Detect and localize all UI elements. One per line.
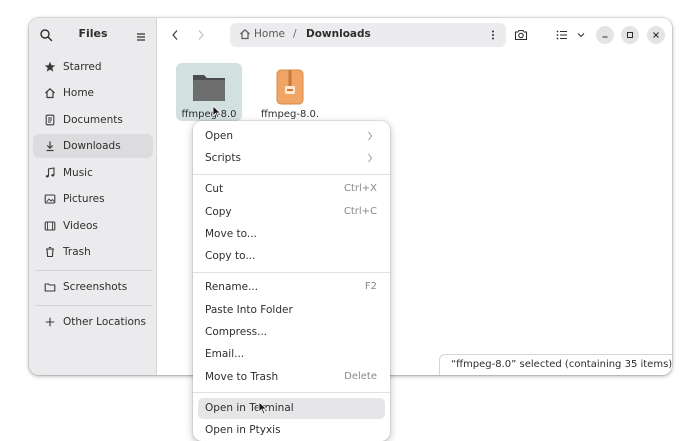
maximize-button[interactable] xyxy=(621,26,639,44)
list-view-icon[interactable] xyxy=(554,27,570,43)
download-icon xyxy=(43,139,57,153)
archive-icon xyxy=(270,67,310,107)
header-bar: Home / Downloads xyxy=(157,18,672,52)
sidebar-item-label: Videos xyxy=(63,220,98,232)
breadcrumb-current[interactable]: Downloads xyxy=(306,28,371,40)
menu-item-open-in-terminal[interactable]: Open in Terminal xyxy=(198,398,385,419)
menu-item-rename[interactable]: Rename... F2 xyxy=(198,277,385,298)
menu-item-shortcut: F2 xyxy=(364,281,377,292)
sidebar-item-pictures[interactable]: Pictures xyxy=(33,187,153,211)
menu-item-shortcut: Ctrl+X xyxy=(343,183,377,194)
minimize-button[interactable] xyxy=(596,26,614,44)
home-icon xyxy=(43,86,57,100)
menu-item-label: Copy to... xyxy=(205,250,256,262)
menu-item-label: Open in Terminal xyxy=(205,402,294,414)
home-icon[interactable] xyxy=(239,28,251,40)
mouse-pointer-icon xyxy=(212,104,222,119)
menu-item-label: Open xyxy=(205,130,234,142)
menu-item-compress[interactable]: Compress... xyxy=(198,322,385,343)
menu-item-copy-to[interactable]: Copy to... xyxy=(198,246,385,267)
chevron-right-icon xyxy=(367,153,373,163)
sidebar-item-label: Starred xyxy=(63,61,102,73)
forward-button[interactable] xyxy=(193,26,209,44)
file-item-folder[interactable]: ffmpeg-8.0 xyxy=(176,63,242,121)
menu-item-move-to[interactable]: Move to... xyxy=(198,224,385,245)
menu-item-copy[interactable]: Copy Ctrl+C xyxy=(198,202,385,223)
sidebar-item-music[interactable]: Music xyxy=(33,161,153,185)
menu-item-label: Compress... xyxy=(205,326,268,338)
folder-icon xyxy=(43,280,57,294)
file-name: ffmpeg-8.0. xyxy=(260,109,320,120)
folder-icon xyxy=(189,67,229,107)
menu-item-open[interactable]: Open xyxy=(198,126,385,147)
sidebar-item-label: Screenshots xyxy=(63,281,128,293)
sidebar-item-screenshots[interactable]: Screenshots xyxy=(33,275,153,299)
breadcrumb-separator: / xyxy=(293,28,297,40)
sidebar-item-trash[interactable]: Trash xyxy=(33,240,153,264)
menu-item-email[interactable]: Email... xyxy=(198,344,385,365)
sidebar-item-starred[interactable]: Starred xyxy=(33,55,153,79)
sidebar-item-other-locations[interactable]: Other Locations xyxy=(33,310,153,334)
path-bar: Home / Downloads xyxy=(230,23,506,47)
menu-item-cut[interactable]: Cut Ctrl+X xyxy=(198,179,385,200)
music-icon xyxy=(43,166,57,180)
star-icon xyxy=(43,60,57,74)
menu-item-shortcut: Ctrl+C xyxy=(343,206,377,217)
file-name: ffmpeg-8.0 xyxy=(181,109,237,120)
sidebar-separator xyxy=(35,270,153,271)
picture-icon xyxy=(43,192,57,206)
sidebar-item-label: Downloads xyxy=(63,140,121,152)
sidebar-item-downloads[interactable]: Downloads xyxy=(33,134,153,158)
sidebar-item-label: Other Locations xyxy=(63,316,147,328)
menu-item-label: Paste Into Folder xyxy=(205,304,293,316)
sidebar-header: Files xyxy=(29,18,157,52)
document-icon xyxy=(43,113,57,127)
sidebar-item-label: Home xyxy=(63,87,95,99)
sidebar: Files Starred Home Documents Downloads M… xyxy=(29,18,157,375)
menu-item-label: Move to... xyxy=(205,228,257,240)
trash-icon xyxy=(43,245,57,259)
mouse-pointer-icon xyxy=(258,400,268,415)
status-floating-bar: “ffmpeg-8.0” selected (containing 35 ite… xyxy=(439,354,672,375)
sidebar-item-documents[interactable]: Documents xyxy=(33,108,153,132)
more-options-icon[interactable] xyxy=(488,29,498,41)
sidebar-item-label: Music xyxy=(63,167,93,179)
plus-icon xyxy=(43,315,57,329)
menu-item-label: Rename... xyxy=(205,281,259,293)
menu-item-scripts[interactable]: Scripts xyxy=(198,148,385,169)
menu-item-label: Email... xyxy=(205,348,245,360)
menu-separator xyxy=(193,272,390,273)
back-button[interactable] xyxy=(167,26,183,44)
hamburger-menu-icon[interactable] xyxy=(135,28,147,41)
menu-item-label: Copy xyxy=(205,206,232,218)
sidebar-item-label: Pictures xyxy=(63,193,105,205)
sidebar-item-label: Documents xyxy=(63,114,123,126)
sidebar-separator xyxy=(35,305,153,306)
menu-item-label: Open in Ptyxis xyxy=(205,424,281,436)
menu-separator xyxy=(193,392,390,393)
search-in-folder-icon[interactable] xyxy=(513,27,529,43)
menu-item-label: Move to Trash xyxy=(205,371,279,383)
menu-separator xyxy=(193,174,390,175)
menu-item-shortcut: Delete xyxy=(344,371,377,382)
context-menu: Open Scripts Cut Ctrl+X Copy Ctrl+C Move… xyxy=(193,121,390,441)
chevron-down-icon[interactable] xyxy=(573,27,589,43)
sidebar-item-label: Trash xyxy=(63,246,91,258)
file-item-archive[interactable]: ffmpeg-8.0. xyxy=(257,63,323,121)
menu-item-move-to-trash[interactable]: Move to Trash Delete xyxy=(198,367,385,388)
sidebar-item-videos[interactable]: Videos xyxy=(33,214,153,238)
video-icon xyxy=(43,219,57,233)
close-button[interactable] xyxy=(647,26,665,44)
sidebar-item-home[interactable]: Home xyxy=(33,81,153,105)
menu-item-paste-into-folder[interactable]: Paste Into Folder xyxy=(198,300,385,321)
menu-item-label: Scripts xyxy=(205,152,241,164)
menu-item-label: Cut xyxy=(205,183,224,195)
breadcrumb-home[interactable]: Home xyxy=(254,28,285,40)
chevron-right-icon xyxy=(367,131,373,141)
